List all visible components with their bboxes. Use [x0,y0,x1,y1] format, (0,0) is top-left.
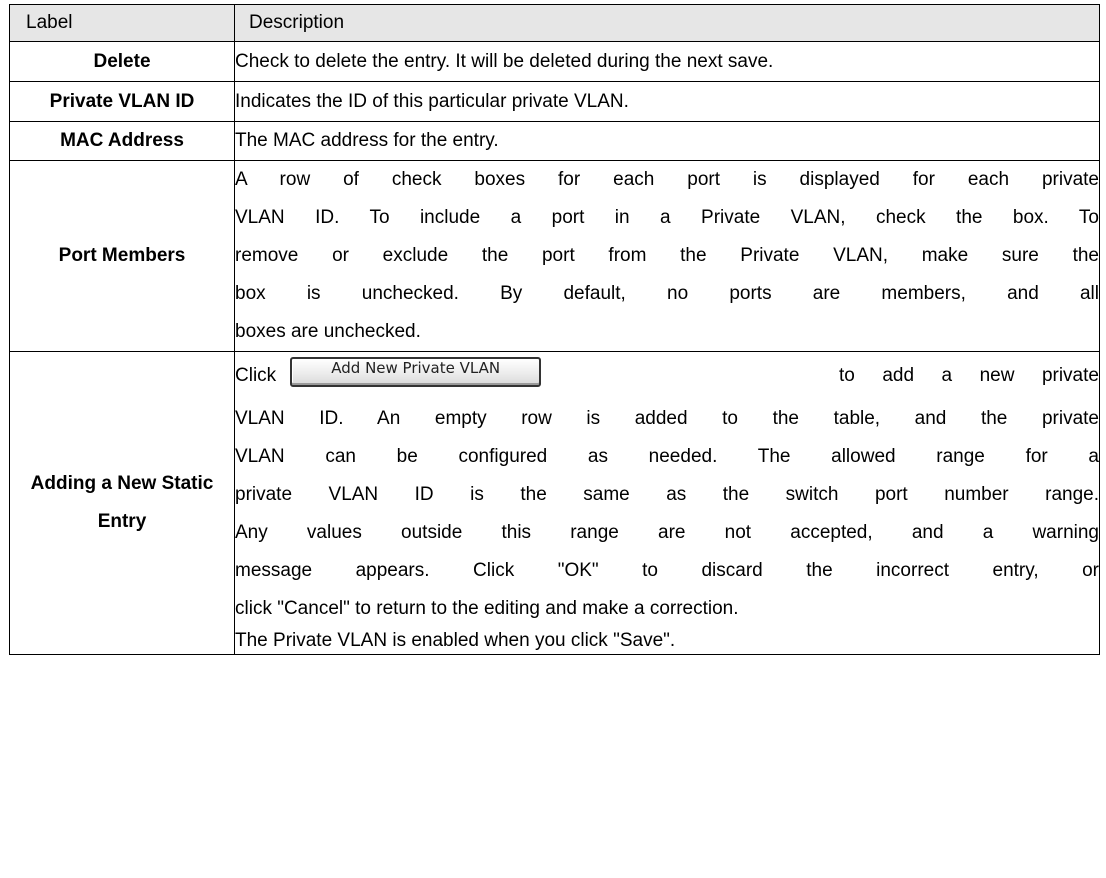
table-row: Adding a New Static Entry Click Add New … [9,351,1100,655]
row-label-mac-address: MAC Address [9,121,235,161]
description-line: VLAN ID. To include a port in a Private … [235,207,1099,228]
header-label: Label [9,4,235,42]
description-line: private VLAN ID is the same as the switc… [235,484,1099,505]
table-row: Port Members A row of check boxes for ea… [9,160,1100,352]
description-line: click "Cancel" to return to the editing … [235,598,739,619]
row-description-mac-address: The MAC address for the entry. [234,121,1100,161]
label-line: Entry [97,511,147,532]
description-line: box is unchecked. By default, no ports a… [235,283,1099,304]
click-word: Click [235,365,277,386]
table-row: MAC Address The MAC address for the entr… [9,121,1100,161]
table-header-row: Label Description [9,4,1100,42]
row-label-delete: Delete [9,41,235,82]
description-line: boxes are unchecked. [235,321,421,342]
description-line: remove or exclude the port from the Priv… [235,245,1099,266]
description-line: VLAN ID. An empty row is added to the ta… [235,408,1099,429]
row-label-adding-new-static-entry: Adding a New Static Entry [9,351,235,655]
description-line: Any values outside this range are not ac… [235,522,1099,543]
description-line: The Private VLAN is enabled when you cli… [235,630,676,651]
label-line: Adding a New Static [30,473,214,494]
click-instruction-line: Click Add New Private VLAN to add a new … [235,352,1099,400]
description-line: A row of check boxes for each port is di… [235,169,1099,190]
row-description-port-members: A row of check boxes for each port is di… [234,160,1100,352]
row-label-private-vlan-id: Private VLAN ID [9,81,235,122]
row-label-port-members: Port Members [9,160,235,352]
table-row: Private VLAN ID Indicates the ID of this… [9,81,1100,122]
row-description-adding-new-static-entry: Click Add New Private VLAN to add a new … [234,351,1100,655]
header-description: Description [234,4,1100,42]
description-line: VLAN can be configured as needed. The al… [235,446,1099,467]
row-description-delete: Check to delete the entry. It will be de… [234,41,1100,82]
description-line: message appears. Click "OK" to discard t… [235,560,1099,581]
description-table: Label Description Delete Check to delete… [9,4,1100,655]
row-description-private-vlan-id: Indicates the ID of this particular priv… [234,81,1100,122]
click-tail: to add a new private [839,365,1099,386]
table-row: Delete Check to delete the entry. It wil… [9,41,1100,82]
add-new-private-vlan-button[interactable]: Add New Private VLAN [290,357,542,387]
